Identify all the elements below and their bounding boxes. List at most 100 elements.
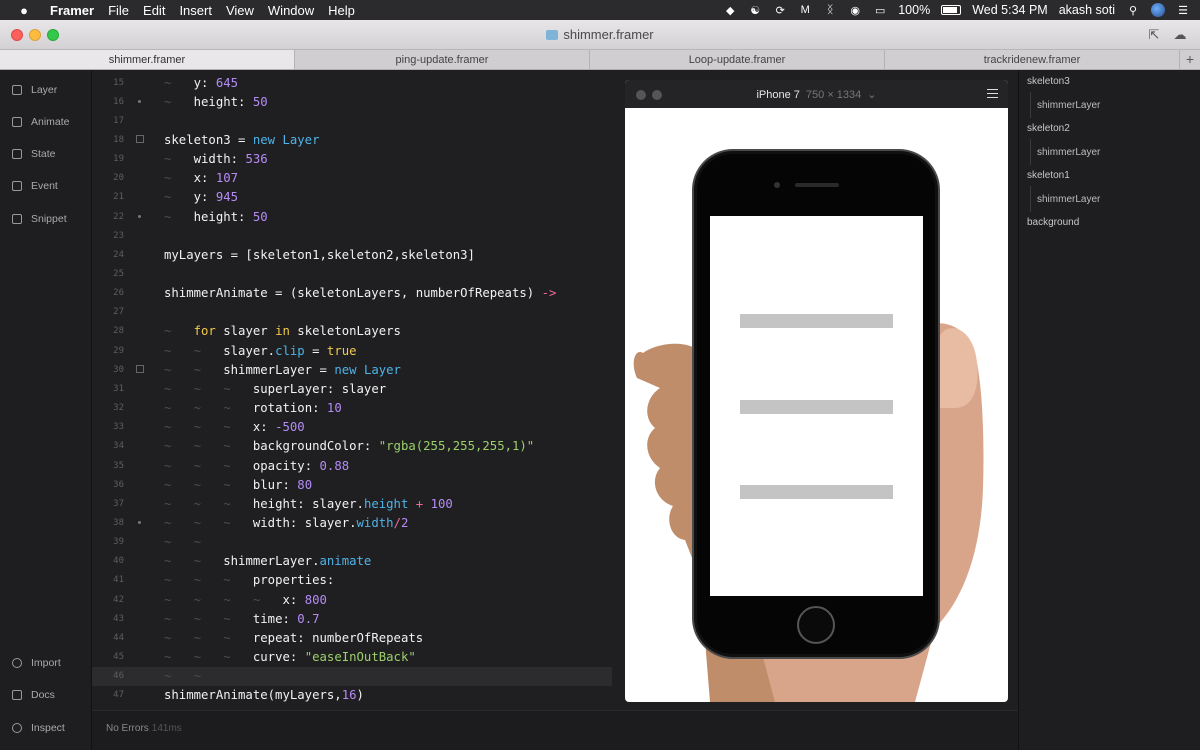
sidebar-item-snippet[interactable]: Snippet bbox=[12, 211, 67, 227]
layer-item-child[interactable]: shimmerLayer bbox=[1037, 147, 1100, 158]
sidebar-item-inspect[interactable]: Inspect bbox=[12, 720, 65, 736]
menu-edit[interactable]: Edit bbox=[143, 3, 165, 18]
notification-center-icon[interactable]: ☰ bbox=[1176, 4, 1190, 17]
code-line[interactable]: 44 ~ ~ ~ repeat: numberOfRepeats bbox=[92, 628, 612, 647]
menu-view[interactable]: View bbox=[226, 3, 254, 18]
import-icon bbox=[12, 658, 22, 668]
device-resolution: 750 × 1334 bbox=[805, 89, 862, 101]
code-line[interactable]: 36 ~ ~ ~ blur: 80 bbox=[92, 475, 612, 494]
device-selector[interactable]: iPhone 7 750 × 1334 ⌄ bbox=[625, 88, 1008, 101]
code-line[interactable]: 46 ~ ~ bbox=[92, 666, 612, 686]
code-line[interactable]: 31 ~ ~ ~ superLayer: slayer bbox=[92, 379, 612, 398]
code-line[interactable]: 32 ~ ~ ~ rotation: 10 bbox=[92, 399, 612, 418]
window-title-bar: shimmer.framer ⇱ ☁ bbox=[0, 20, 1200, 50]
code-line[interactable]: 26 shimmerAnimate = (skeletonLayers, numb… bbox=[92, 284, 612, 303]
layer-item[interactable]: skeleton1 bbox=[1027, 170, 1070, 181]
airplay-icon[interactable]: ▭ bbox=[873, 4, 887, 17]
spotlight-search-icon[interactable]: ⚲ bbox=[1126, 4, 1140, 17]
code-line[interactable]: 19 ~ width: 536 bbox=[92, 150, 612, 169]
code-line[interactable]: 34 ~ ~ ~ backgroundColor: "rgba(255,255,2… bbox=[92, 437, 612, 456]
bluetooth-icon[interactable]: ᛝ bbox=[823, 4, 837, 16]
code-line[interactable]: 18 skeleton3 = new Layer bbox=[92, 130, 612, 149]
code-line[interactable]: 37 ~ ~ ~ height: slayer.height + 100 bbox=[92, 494, 612, 513]
layer-item[interactable]: background bbox=[1027, 217, 1079, 228]
code-line[interactable]: 20 ~ x: 107 bbox=[92, 169, 612, 188]
wifi-icon[interactable]: ◉ bbox=[848, 4, 862, 17]
tab-shimmer[interactable]: shimmer.framer bbox=[0, 50, 295, 69]
sync-icon[interactable]: ⟳ bbox=[773, 4, 787, 17]
new-tab-button[interactable]: + bbox=[1180, 50, 1200, 69]
sidebar-item-import[interactable]: Import bbox=[12, 655, 61, 671]
event-icon bbox=[12, 181, 22, 191]
code-line[interactable]: 25 bbox=[92, 265, 612, 284]
code-line[interactable]: 43 ~ ~ ~ time: 0.7 bbox=[92, 609, 612, 628]
code-line[interactable]: 33 ~ ~ ~ x: -500 bbox=[92, 418, 612, 437]
code-line[interactable]: 35 ~ ~ ~ opacity: 0.88 bbox=[92, 456, 612, 475]
layer-item-child[interactable]: shimmerLayer bbox=[1037, 100, 1100, 111]
layer-tree-guide bbox=[1030, 91, 1031, 118]
fold-toggle-icon[interactable] bbox=[136, 365, 144, 374]
menu-insert[interactable]: Insert bbox=[179, 3, 212, 18]
line-number: 42 bbox=[113, 594, 124, 605]
app-m-icon[interactable]: M bbox=[798, 4, 812, 16]
device-mockup bbox=[633, 149, 984, 702]
code-line[interactable]: 39 ~ ~ bbox=[92, 533, 612, 552]
tab-ping-update[interactable]: ping-update.framer bbox=[295, 50, 590, 69]
menu-help[interactable]: Help bbox=[328, 3, 355, 18]
skeleton-bar-2 bbox=[740, 400, 893, 414]
sidebar-item-layer[interactable]: Layer bbox=[12, 82, 57, 98]
code-line[interactable]: 24 myLayers = [skeleton1,skeleton2,skelet… bbox=[92, 245, 612, 264]
dropbox-icon[interactable]: ◆ bbox=[723, 4, 737, 17]
code-text: ~ ~ ~ time: 0.7 bbox=[164, 611, 320, 626]
code-line[interactable]: 15 ~ y: 645 bbox=[92, 73, 612, 92]
sidebar-item-label: Event bbox=[31, 180, 58, 192]
menu-file[interactable]: File bbox=[108, 3, 129, 18]
line-number: 20 bbox=[113, 173, 124, 184]
clock[interactable]: Wed 5:34 PM bbox=[972, 3, 1048, 17]
layer-item[interactable]: skeleton3 bbox=[1027, 76, 1070, 87]
code-line[interactable]: 28 ~ for slayer in skeletonLayers bbox=[92, 322, 612, 341]
tab-loop-update[interactable]: Loop-update.framer bbox=[590, 50, 885, 69]
menu-window[interactable]: Window bbox=[268, 3, 314, 18]
hamburger-menu-icon[interactable] bbox=[987, 89, 998, 98]
sidebar-item-animate[interactable]: Animate bbox=[12, 114, 70, 130]
code-line[interactable]: 40 ~ ~ shimmerLayer.animate bbox=[92, 552, 612, 571]
code-line[interactable]: 17 bbox=[92, 111, 612, 130]
code-text: ~ x: 107 bbox=[164, 171, 239, 186]
battery-icon[interactable] bbox=[941, 5, 962, 15]
device-preview-window[interactable]: iPhone 7 750 × 1334 ⌄ bbox=[625, 80, 1008, 702]
code-editor[interactable]: 15 ~ y: 645 16 ~ height: 50 17 18 skeleton3 = … bbox=[92, 70, 612, 710]
user-name[interactable]: akash soti bbox=[1059, 3, 1115, 17]
layer-item[interactable]: skeleton2 bbox=[1027, 123, 1070, 134]
code-line[interactable]: 38 ~ ~ ~ width: slayer.width/2 bbox=[92, 513, 612, 532]
tab-trackridenew[interactable]: trackridenew.framer bbox=[885, 50, 1180, 69]
line-number: 17 bbox=[113, 115, 124, 126]
sidebar-item-event[interactable]: Event bbox=[12, 178, 58, 194]
code-line[interactable]: 47 shimmerAnimate(myLayers,16) bbox=[92, 686, 612, 705]
layer-item-child[interactable]: shimmerLayer bbox=[1037, 194, 1100, 205]
code-line[interactable]: 41 ~ ~ ~ properties: bbox=[92, 571, 612, 590]
sidebar-item-label: Docs bbox=[31, 689, 55, 701]
code-line[interactable]: 45 ~ ~ ~ curve: "easeInOutBack" bbox=[92, 648, 612, 667]
code-line[interactable]: 23 bbox=[92, 226, 612, 245]
apple-menu-icon[interactable]: ● bbox=[14, 3, 34, 18]
sidebar-item-docs[interactable]: Docs bbox=[12, 687, 55, 703]
code-line[interactable]: 22 ~ height: 50 bbox=[92, 207, 612, 226]
code-line[interactable]: 16 ~ height: 50 bbox=[92, 92, 612, 111]
code-text: ~ ~ ~ blur: 80 bbox=[164, 477, 313, 492]
code-text: ~ ~ ~ opacity: 0.88 bbox=[164, 458, 350, 473]
menu-app-name[interactable]: Framer bbox=[50, 3, 94, 18]
share-icon[interactable]: ⇱ bbox=[1146, 27, 1162, 43]
fold-toggle-icon[interactable] bbox=[136, 135, 144, 144]
code-text: myLayers = [skeleton1,skeleton2,skeleton… bbox=[164, 247, 475, 262]
code-line[interactable]: 21 ~ y: 945 bbox=[92, 188, 612, 207]
code-line[interactable]: 42 ~ ~ ~ ~ x: 800 bbox=[92, 590, 612, 609]
code-line[interactable]: 30 ~ ~ shimmerLayer = new Layer bbox=[92, 360, 612, 379]
code-line[interactable]: 27 bbox=[92, 303, 612, 322]
sidebar-item-state[interactable]: State bbox=[12, 146, 56, 162]
code-text: ~ y: 945 bbox=[164, 190, 239, 205]
cloud-icon[interactable]: ☁ bbox=[1172, 27, 1188, 43]
creative-cloud-icon[interactable]: ☯ bbox=[748, 4, 762, 17]
siri-icon[interactable] bbox=[1151, 3, 1165, 17]
code-line[interactable]: 29 ~ ~ slayer.clip = true bbox=[92, 341, 612, 360]
